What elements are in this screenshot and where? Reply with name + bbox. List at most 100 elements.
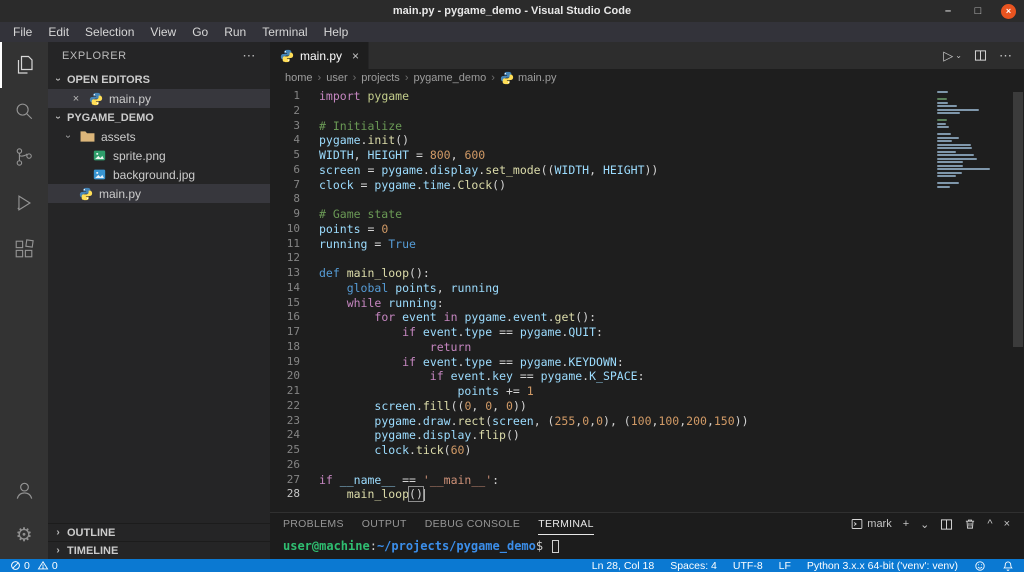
- line-number[interactable]: 11: [270, 237, 300, 252]
- line-number[interactable]: 7: [270, 178, 300, 193]
- menu-item-terminal[interactable]: Terminal: [254, 22, 315, 42]
- tab-main-py[interactable]: main.py ×: [270, 42, 369, 69]
- line-number[interactable]: 28: [270, 487, 300, 502]
- panel-tab-problems[interactable]: PROBLEMS: [283, 513, 344, 535]
- status-item[interactable]: LF: [779, 560, 791, 572]
- code-line[interactable]: 6screen = pygame.display.set_mode((WIDTH…: [270, 163, 1024, 178]
- code-line[interactable]: 22 screen.fill((0, 0, 0)): [270, 399, 1024, 414]
- maximize-button[interactable]: □: [971, 5, 985, 17]
- menu-item-help[interactable]: Help: [316, 22, 357, 42]
- problems-indicator[interactable]: 0 0: [10, 560, 58, 572]
- line-number[interactable]: 22: [270, 399, 300, 414]
- line-number[interactable]: 13: [270, 266, 300, 281]
- panel-tab-terminal[interactable]: TERMINAL: [538, 513, 594, 535]
- line-number[interactable]: 12: [270, 251, 300, 266]
- line-number[interactable]: 4: [270, 133, 300, 148]
- breadcrumb-item-projects[interactable]: projects: [361, 72, 400, 84]
- code-line[interactable]: 9# Game state: [270, 207, 1024, 222]
- extensions-icon[interactable]: [0, 226, 48, 272]
- code-line[interactable]: 4pygame.init(): [270, 133, 1024, 148]
- maximize-panel-chevron-icon[interactable]: ^: [987, 518, 992, 530]
- close-panel-button[interactable]: ×: [1004, 518, 1010, 530]
- code-line[interactable]: 5WIDTH, HEIGHT = 800, 600: [270, 148, 1024, 163]
- line-number[interactable]: 26: [270, 458, 300, 473]
- editor-scrollbar[interactable]: [1013, 92, 1023, 347]
- line-number[interactable]: 25: [270, 443, 300, 458]
- menu-item-edit[interactable]: Edit: [40, 22, 77, 42]
- code-line[interactable]: 11running = True: [270, 237, 1024, 252]
- code-line[interactable]: 17 if event.type == pygame.QUIT:: [270, 325, 1024, 340]
- explorer-more-actions-icon[interactable]: ⋯: [242, 48, 256, 64]
- code-line[interactable]: 1import pygame: [270, 89, 1024, 104]
- new-terminal-button[interactable]: +: [903, 518, 909, 530]
- code-line[interactable]: 3# Initialize: [270, 119, 1024, 134]
- code-line[interactable]: 12: [270, 251, 1024, 266]
- tree-item-assets[interactable]: ›assets: [48, 127, 270, 146]
- line-number[interactable]: 8: [270, 192, 300, 207]
- line-number[interactable]: 5: [270, 148, 300, 163]
- breadcrumb-item-user[interactable]: user: [326, 72, 347, 84]
- code-editor[interactable]: 1import pygame23# Initialize4pygame.init…: [270, 87, 1024, 512]
- code-line[interactable]: 7clock = pygame.time.Clock(): [270, 178, 1024, 193]
- line-number[interactable]: 17: [270, 325, 300, 340]
- run-debug-icon[interactable]: [0, 180, 48, 226]
- line-number[interactable]: 27: [270, 473, 300, 488]
- status-item[interactable]: Ln 28, Col 18: [592, 560, 654, 572]
- terminal[interactable]: user@machine:~/projects/pygame_demo$: [270, 535, 1024, 553]
- breadcrumb-item-pygame_demo[interactable]: pygame_demo: [413, 72, 486, 84]
- menu-item-run[interactable]: Run: [216, 22, 254, 42]
- menu-item-go[interactable]: Go: [184, 22, 216, 42]
- source-control-icon[interactable]: [0, 134, 48, 180]
- open-editors-section[interactable]: › OPEN EDITORS: [48, 70, 270, 89]
- code-line[interactable]: 26: [270, 458, 1024, 473]
- panel-tab-output[interactable]: OUTPUT: [362, 513, 407, 535]
- split-editor-button[interactable]: [974, 49, 987, 62]
- terminal-shell-selector[interactable]: mark: [851, 518, 891, 530]
- line-number[interactable]: 15: [270, 296, 300, 311]
- minimap[interactable]: [937, 91, 1009, 189]
- editor-more-actions-button[interactable]: ⋯: [999, 48, 1012, 64]
- menu-item-file[interactable]: File: [5, 22, 40, 42]
- breadcrumb-item-home[interactable]: home: [285, 72, 313, 84]
- code-line[interactable]: 25 clock.tick(60): [270, 443, 1024, 458]
- feedback-smiley-icon[interactable]: [974, 560, 986, 572]
- tree-item-main.py[interactable]: main.py: [48, 184, 270, 203]
- code-line[interactable]: 15 while running:: [270, 296, 1024, 311]
- line-number[interactable]: 18: [270, 340, 300, 355]
- code-line[interactable]: 23 pygame.draw.rect(screen, (255,0,0), (…: [270, 414, 1024, 429]
- terminal-dropdown-chevron-icon[interactable]: ⌄: [920, 518, 929, 531]
- code-line[interactable]: 24 pygame.display.flip(): [270, 428, 1024, 443]
- line-number[interactable]: 21: [270, 384, 300, 399]
- line-number[interactable]: 2: [270, 104, 300, 119]
- line-number[interactable]: 24: [270, 428, 300, 443]
- menu-item-selection[interactable]: Selection: [77, 22, 142, 42]
- code-line[interactable]: 19 if event.type == pygame.KEYDOWN:: [270, 355, 1024, 370]
- close-icon[interactable]: ×: [70, 93, 82, 105]
- line-number[interactable]: 1: [270, 89, 300, 104]
- line-number[interactable]: 16: [270, 310, 300, 325]
- line-number[interactable]: 14: [270, 281, 300, 296]
- code-line[interactable]: 16 for event in pygame.event.get():: [270, 310, 1024, 325]
- tree-item-background.jpg[interactable]: background.jpg: [48, 165, 270, 184]
- project-section[interactable]: › PYGAME_DEMO: [48, 108, 270, 127]
- code-line[interactable]: 13def main_loop():: [270, 266, 1024, 281]
- notifications-bell-icon[interactable]: [1002, 560, 1014, 572]
- line-number[interactable]: 20: [270, 369, 300, 384]
- status-item[interactable]: UTF-8: [733, 560, 763, 572]
- code-line[interactable]: 21 points += 1: [270, 384, 1024, 399]
- section-timeline[interactable]: ›TIMELINE: [48, 541, 270, 559]
- section-outline[interactable]: ›OUTLINE: [48, 523, 270, 541]
- code-line[interactable]: 10points = 0: [270, 222, 1024, 237]
- run-button[interactable]: ▷ ⌄: [943, 48, 962, 64]
- code-line[interactable]: 27if __name__ == '__main__':: [270, 473, 1024, 488]
- explorer-icon[interactable]: [0, 42, 48, 88]
- code-line[interactable]: 14 global points, running: [270, 281, 1024, 296]
- line-number[interactable]: 19: [270, 355, 300, 370]
- line-number[interactable]: 6: [270, 163, 300, 178]
- search-icon[interactable]: [0, 88, 48, 134]
- line-number[interactable]: 10: [270, 222, 300, 237]
- line-number[interactable]: 3: [270, 119, 300, 134]
- menu-item-view[interactable]: View: [142, 22, 184, 42]
- minimize-button[interactable]: –: [941, 5, 955, 17]
- open-editor-main.py[interactable]: ×main.py: [48, 89, 270, 108]
